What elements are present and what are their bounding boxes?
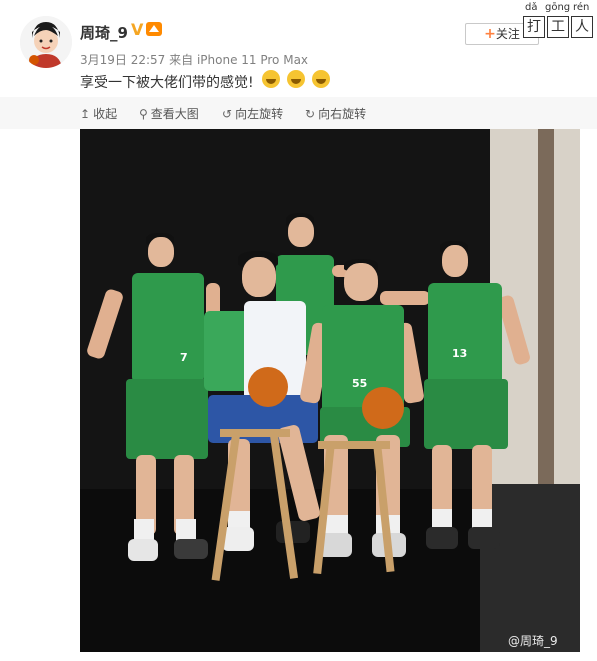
level-badge-icon xyxy=(146,22,162,36)
follow-label: 关注 xyxy=(495,27,520,41)
post-meta: 3月19日 22:57 来自 iPhone 11 Pro Max xyxy=(80,51,308,68)
jersey-number: 13 xyxy=(452,347,468,360)
hanzi-1: 打 xyxy=(523,16,545,38)
collapse-button[interactable]: ↥ 收起 xyxy=(80,105,117,122)
image-watermark: @周琦_9 xyxy=(508,634,558,648)
search-icon: ⚲ xyxy=(139,107,148,121)
avatar-cartoon-icon xyxy=(20,16,72,68)
collapse-label: 收起 xyxy=(93,107,118,121)
rotate-right-icon: ↻ xyxy=(305,107,316,121)
laugh-emoji-icon xyxy=(312,70,331,88)
stool-seat xyxy=(318,441,390,449)
laugh-emoji-icon xyxy=(262,70,280,88)
plus-icon: + xyxy=(484,26,496,42)
pinyin-3: rén xyxy=(573,2,590,13)
rotate-left-label: 向左旋转 xyxy=(235,107,284,121)
jersey-number: 55 xyxy=(352,377,368,390)
username[interactable]: 周琦_9 xyxy=(80,22,128,43)
rotate-right-label: 向右旋转 xyxy=(318,107,367,121)
rotate-left-icon: ↺ xyxy=(222,107,233,121)
avatar[interactable] xyxy=(20,16,72,68)
emoji-row xyxy=(262,70,332,92)
laugh-emoji-icon xyxy=(287,70,306,88)
post-source: 来自 iPhone 11 Pro Max xyxy=(169,53,309,67)
pinyin-overlay: dǎ gōng rén 打 工 人 xyxy=(523,0,597,40)
hanzi-2: 工 xyxy=(547,16,569,38)
jersey-number: 7 xyxy=(180,351,188,364)
post-image[interactable]: 7 55 13 xyxy=(80,129,580,652)
view-large-button[interactable]: ⚲ 查看大图 xyxy=(139,105,199,122)
image-toolbar: ↥ 收起 ⚲ 查看大图 ↺ 向左旋转 ↻ 向右旋转 xyxy=(0,97,597,129)
photo-carpet xyxy=(480,484,580,652)
hanzi-3: 人 xyxy=(571,16,593,38)
collapse-arrow-icon: ↥ xyxy=(80,107,91,121)
verified-icon: V xyxy=(131,20,144,39)
stool-seat xyxy=(220,429,290,437)
post-timestamp[interactable]: 3月19日 22:57 xyxy=(80,53,165,67)
rotate-left-button[interactable]: ↺ 向左旋转 xyxy=(222,105,283,122)
view-large-label: 查看大图 xyxy=(150,107,199,121)
post-text: 享受一下被大佬们带的感觉! xyxy=(80,75,254,91)
pinyin-1: dǎ xyxy=(525,2,538,13)
pinyin-2: gōng xyxy=(545,2,571,13)
rotate-right-button[interactable]: ↻ 向右旋转 xyxy=(305,105,366,122)
